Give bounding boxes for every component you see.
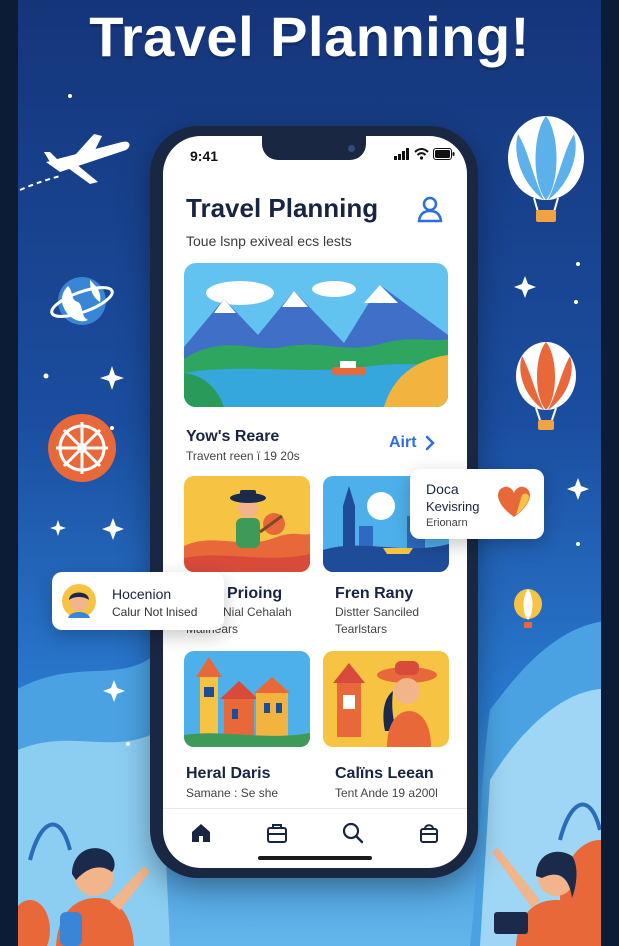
search-icon	[342, 822, 364, 843]
card-detail: Calur Not lnised	[112, 605, 198, 619]
status-icons	[394, 148, 455, 160]
wifi-icon	[414, 148, 429, 160]
card-detail: Nial Cehalah	[223, 605, 292, 619]
floating-favorite-card[interactable]: Doca Kevisring Erionarn	[410, 469, 544, 539]
popup-line: Kevisring	[426, 499, 480, 514]
card-title: Calïns Leean	[335, 765, 434, 782]
hero-landscape-image[interactable]	[184, 263, 448, 407]
airplane-icon	[19, 134, 130, 191]
frame-edge-left	[0, 0, 18, 946]
card-title: Fren Rany	[335, 585, 414, 602]
card-detail: Tearlstars	[335, 622, 388, 636]
card-detail: Distter Sanciled	[335, 605, 420, 619]
bag-icon	[420, 823, 438, 843]
app-subtitle: Toue lsnp exiveal ecs lests	[186, 233, 352, 249]
card-title: Heral Daris	[186, 765, 271, 782]
tab-home[interactable]	[181, 813, 221, 853]
card-detail: Samane : Se she	[186, 786, 279, 800]
section-title: Yow's Reare	[186, 428, 280, 445]
suitcase-icon	[267, 823, 287, 843]
popup-line: Doca	[426, 481, 459, 497]
tab-bag[interactable]	[409, 813, 449, 853]
card-title: Prioing	[227, 585, 283, 602]
floating-profile-card[interactable]: Hocenion Calur Not lnised	[52, 572, 224, 630]
signal-icon	[394, 148, 409, 160]
destination-tile[interactable]	[323, 651, 449, 747]
compass-icon	[48, 414, 116, 482]
home-icon	[192, 823, 210, 842]
heart-icon	[498, 486, 530, 517]
see-all-link[interactable]: Airt	[389, 434, 435, 452]
traveler-illustration	[56, 848, 150, 946]
traveler-illustration	[492, 848, 592, 946]
section-subtitle: Travent reen ï 19 20s	[186, 449, 300, 463]
status-time: 9:41	[190, 148, 219, 164]
hot-air-balloon-icon	[508, 116, 584, 222]
hot-air-balloon-icon	[516, 342, 576, 430]
app-title: Travel Planning	[186, 193, 379, 223]
camera-dot	[348, 145, 355, 152]
battery-icon	[433, 148, 455, 160]
home-indicator	[258, 856, 372, 860]
bottom-tab-bar	[163, 808, 467, 856]
tab-trips[interactable]	[257, 813, 297, 853]
tab-search[interactable]	[333, 813, 373, 853]
globe-icon	[50, 277, 114, 325]
card-detail: Tent Ande 19 a200l	[335, 786, 438, 800]
hot-air-balloon-icon	[514, 589, 542, 628]
destination-tile[interactable]	[184, 651, 310, 747]
frame-edge-right	[601, 0, 619, 946]
user-profile-icon[interactable]	[416, 195, 444, 223]
popup-line: Erionarn	[426, 517, 468, 529]
see-all-label: Airt	[389, 434, 417, 451]
poster-headline: Travel Planning!	[89, 5, 530, 68]
destination-tile[interactable]	[184, 476, 310, 572]
card-title: Hocenion	[112, 586, 172, 602]
avatar	[62, 584, 96, 618]
chevron-right-icon	[425, 435, 435, 451]
